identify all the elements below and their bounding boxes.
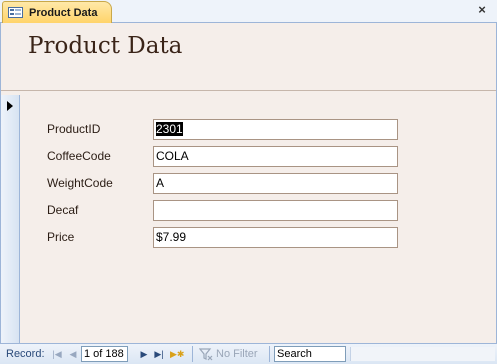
search-input[interactable]: Search bbox=[274, 346, 346, 362]
record-selector[interactable] bbox=[1, 95, 20, 343]
coffee-code-label: CoffeeCode bbox=[47, 149, 111, 163]
next-record-icon[interactable]: ▶ bbox=[139, 348, 149, 360]
decaf-field[interactable] bbox=[153, 200, 398, 221]
nav-separator bbox=[192, 346, 193, 362]
close-icon[interactable]: × bbox=[475, 3, 489, 17]
form-title: Product Data bbox=[28, 33, 183, 59]
weight-code-label: WeightCode bbox=[47, 176, 113, 190]
record-label: Record: bbox=[6, 348, 45, 360]
record-navigation-bar: Record: |◀ ◀ 1 of 188 ▶ ▶| ▶✱ No Filter … bbox=[0, 343, 497, 364]
product-id-value: 2301 bbox=[156, 122, 183, 136]
coffee-code-field[interactable]: COLA bbox=[153, 146, 398, 167]
first-record-icon[interactable]: |◀ bbox=[52, 348, 62, 360]
nav-separator bbox=[269, 346, 270, 362]
no-filter-label[interactable]: No Filter bbox=[216, 348, 258, 360]
current-record-arrow-icon bbox=[7, 101, 13, 111]
previous-record-icon[interactable]: ◀ bbox=[68, 348, 78, 360]
price-label: Price bbox=[47, 230, 75, 244]
document-tab-strip: Product Data × bbox=[0, 0, 497, 23]
form-body: Product Data ProductID 2301 CoffeeCode C… bbox=[0, 23, 497, 343]
product-data-tab[interactable]: Product Data bbox=[2, 1, 112, 23]
product-id-label: ProductID bbox=[47, 122, 101, 136]
horizontal-scrollbar[interactable] bbox=[350, 347, 495, 361]
price-field[interactable]: $7.99 bbox=[153, 227, 398, 248]
filter-icon[interactable] bbox=[199, 347, 213, 361]
form-icon bbox=[8, 7, 23, 18]
current-record-input[interactable]: 1 of 188 bbox=[81, 346, 128, 362]
product-id-field[interactable]: 2301 bbox=[153, 119, 398, 140]
weight-code-field[interactable]: A bbox=[153, 173, 398, 194]
tab-label: Product Data bbox=[29, 6, 98, 19]
decaf-label: Decaf bbox=[47, 203, 79, 217]
header-divider bbox=[1, 90, 496, 91]
last-record-icon[interactable]: ▶| bbox=[154, 348, 164, 360]
new-record-icon[interactable]: ▶✱ bbox=[170, 348, 184, 360]
